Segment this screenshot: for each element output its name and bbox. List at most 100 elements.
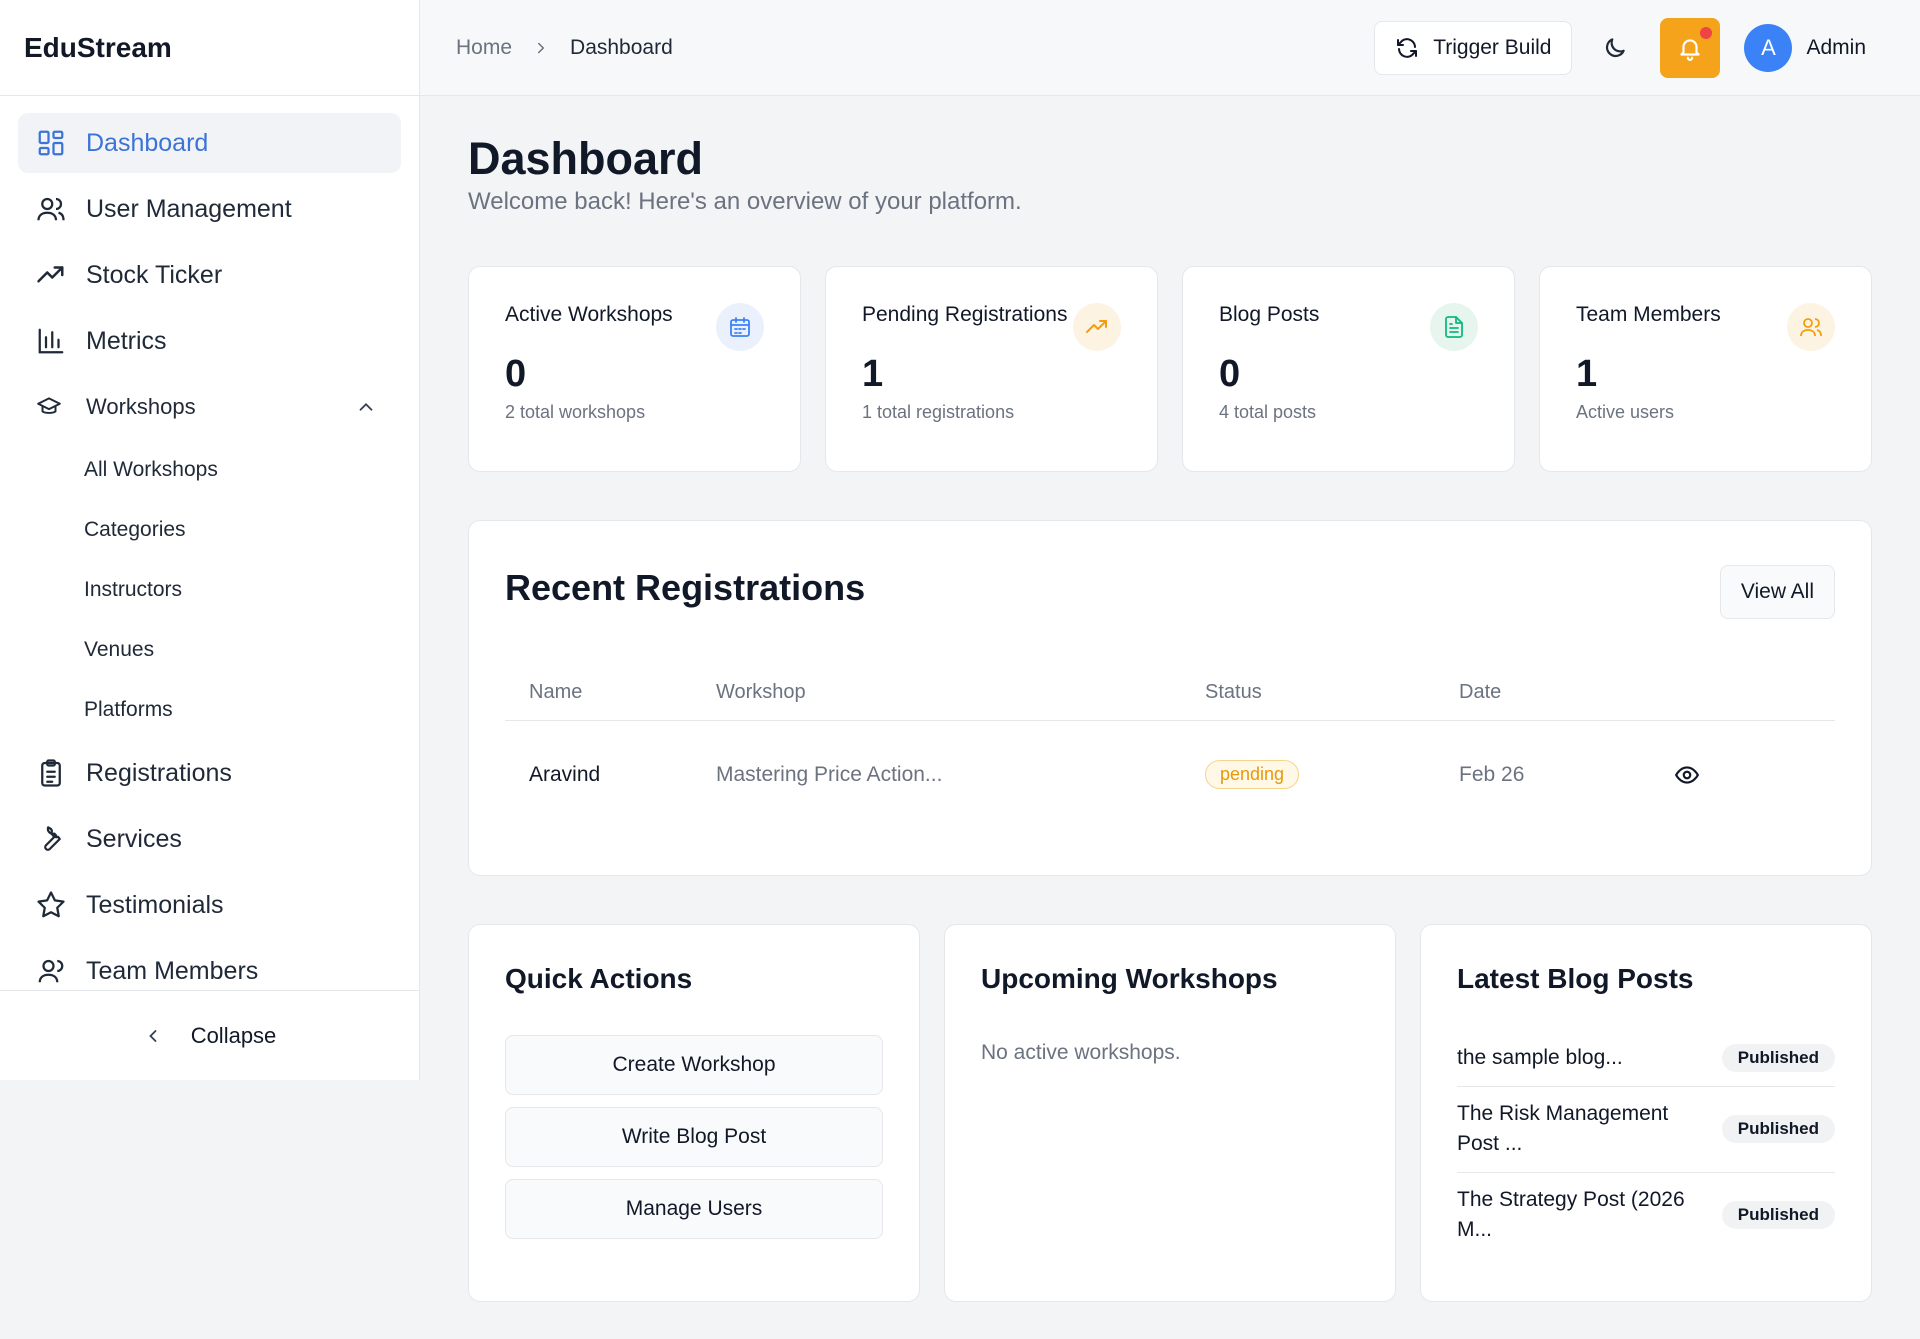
user-menu[interactable]: A Admin [1744, 23, 1866, 72]
page-title: Dashboard [468, 133, 704, 184]
collapse-label: Collapse [190, 1022, 277, 1048]
users-icon [1799, 315, 1823, 339]
sidebar-subitem-platforms[interactable]: Platforms [18, 683, 401, 737]
status-badge: Published [1721, 1200, 1835, 1229]
sidebar-subitem-categories[interactable]: Categories [18, 503, 401, 557]
sidebar: EduStream Dashboard User Management Stoc… [0, 0, 420, 1080]
graduation-cap-icon [36, 394, 62, 420]
stats-row: Active Workshops 0 2 total workshops Pen… [468, 265, 1872, 472]
registration-name: Aravind [529, 762, 601, 786]
empty-state-text: No active workshops. [981, 1040, 1181, 1064]
sidebar-subitem-instructors[interactable]: Instructors [18, 563, 401, 617]
recent-registrations-card: Recent Registrations View All Name Works… [468, 519, 1872, 876]
eye-icon[interactable] [1674, 762, 1734, 788]
trending-up-icon [36, 260, 66, 290]
column-header-name: Name [529, 680, 583, 703]
status-badge: Published [1721, 1115, 1835, 1143]
stat-hint: 2 total workshops [505, 401, 646, 422]
sidebar-item-stock-ticker[interactable]: Stock Ticker [18, 245, 401, 305]
trigger-build-label: Trigger Build [1433, 35, 1552, 59]
quick-actions-title: Quick Actions [505, 962, 693, 994]
sidebar-group-workshops[interactable]: Workshops [18, 377, 401, 437]
list-item: the sample blog... Published [1457, 1031, 1835, 1087]
registrations-table: Name Workshop Status Date Aravind Master… [505, 665, 1835, 829]
quick-actions-list: Create Workshop Write Blog Post Manage U… [505, 1034, 883, 1239]
sidebar-subitem-all-workshops[interactable]: All Workshops [18, 443, 401, 497]
stat-value: 1 [1576, 352, 1598, 395]
moon-icon[interactable] [1602, 35, 1628, 61]
view-all-button[interactable]: View All [1719, 564, 1835, 619]
user-icon [36, 956, 66, 986]
stat-icon-badge [1787, 302, 1835, 351]
sidebar-item-label: Team Members [86, 956, 259, 985]
write-blog-post-button[interactable]: Write Blog Post [505, 1106, 883, 1167]
breadcrumb: Home Dashboard [456, 36, 673, 60]
status-badge: pending [1205, 760, 1300, 789]
latest-blog-posts-title: Latest Blog Posts [1457, 962, 1694, 994]
sidebar-item-label: Testimonials [86, 890, 224, 919]
chevron-up-icon[interactable] [355, 396, 377, 418]
page-subtitle: Welcome back! Here's an overview of your… [468, 187, 1022, 215]
list-item: The Risk Management Post ... Published [1457, 1087, 1835, 1173]
sidebar-item-label: Dashboard [86, 128, 209, 157]
refresh-icon [1395, 36, 1419, 60]
stat-icon-badge [1073, 302, 1121, 351]
blog-post-title[interactable]: the sample blog... [1457, 1043, 1722, 1073]
breadcrumb-current: Dashboard [570, 35, 673, 59]
stat-card-team-members: Team Members 1 Active users [1539, 265, 1872, 472]
sidebar-item-user-management[interactable]: User Management [18, 179, 401, 239]
recent-registrations-title: Recent Registrations [505, 566, 866, 608]
upcoming-workshops-title: Upcoming Workshops [981, 962, 1278, 994]
sidebar-item-label: Metrics [86, 326, 167, 355]
create-workshop-button[interactable]: Create Workshop [505, 1034, 883, 1095]
list-item: The Strategy Post (2026 M... Published [1457, 1173, 1835, 1257]
sidebar-item-services[interactable]: Services [18, 809, 401, 869]
stat-card-active-workshops: Active Workshops 0 2 total workshops [468, 265, 801, 472]
blog-post-title[interactable]: The Risk Management Post ... [1457, 1099, 1722, 1159]
status-badge: Published [1721, 1044, 1835, 1072]
sidebar-item-registrations[interactable]: Registrations [18, 743, 401, 803]
sidebar-subitem-venues[interactable]: Venues [18, 623, 401, 677]
sidebar-item-metrics[interactable]: Metrics [18, 311, 401, 371]
sidebar-item-label: Stock Ticker [86, 260, 223, 289]
dashboard-grid-icon [36, 128, 66, 158]
upcoming-workshops-card: Upcoming Workshops No active workshops. [944, 923, 1396, 1302]
trending-up-icon [1085, 315, 1109, 339]
trigger-build-button[interactable]: Trigger Build [1374, 20, 1573, 75]
stat-value: 0 [505, 352, 527, 395]
blog-post-list: the sample blog... Published The Risk Ma… [1457, 1031, 1835, 1257]
sidebar-item-label: Services [86, 824, 182, 853]
stat-value: 1 [862, 352, 884, 395]
registration-date: Feb 26 [1459, 762, 1525, 786]
registration-workshop: Mastering Price Action... [716, 762, 943, 786]
chevron-left-icon [143, 1026, 163, 1046]
topbar-actions: Trigger Build A Admin [1374, 17, 1866, 78]
breadcrumb-home-link[interactable]: Home [456, 36, 512, 60]
stat-hint: 1 total registrations [862, 401, 1015, 422]
sidebar-item-label: Registrations [86, 758, 232, 787]
manage-users-button[interactable]: Manage Users [505, 1178, 883, 1239]
blog-post-title[interactable]: The Strategy Post (2026 M... [1457, 1185, 1722, 1245]
main-content: Dashboard Welcome back! Here's an overvi… [468, 96, 1872, 1302]
registration-status-cell: pending [1205, 760, 1459, 789]
sidebar-nav: Dashboard User Management Stock Ticker M… [0, 96, 419, 1001]
table-row: Aravind Mastering Price Action... pendin… [505, 721, 1835, 829]
stat-hint: Active users [1576, 401, 1675, 422]
sidebar-item-dashboard[interactable]: Dashboard [18, 113, 401, 173]
user-name: Admin [1806, 35, 1866, 59]
notifications-button[interactable] [1660, 17, 1721, 78]
brand-logo-text[interactable]: EduStream [0, 0, 419, 96]
column-header-workshop: Workshop [716, 680, 806, 703]
bell-icon [1677, 35, 1703, 61]
sidebar-item-testimonials[interactable]: Testimonials [18, 875, 401, 935]
collapse-sidebar-button[interactable]: Collapse [0, 990, 419, 1080]
registration-actions [1674, 762, 1734, 788]
document-icon [1442, 315, 1466, 339]
latest-blog-posts-card: Latest Blog Posts the sample blog... Pub… [1420, 923, 1872, 1302]
column-header-date: Date [1459, 680, 1502, 703]
stat-hint: 4 total posts [1219, 401, 1317, 422]
stat-card-pending-registrations: Pending Registrations 1 1 total registra… [825, 265, 1158, 472]
notification-dot [1700, 26, 1713, 39]
sidebar-group-label: Workshops [86, 394, 196, 419]
column-header-status: Status [1205, 680, 1262, 703]
